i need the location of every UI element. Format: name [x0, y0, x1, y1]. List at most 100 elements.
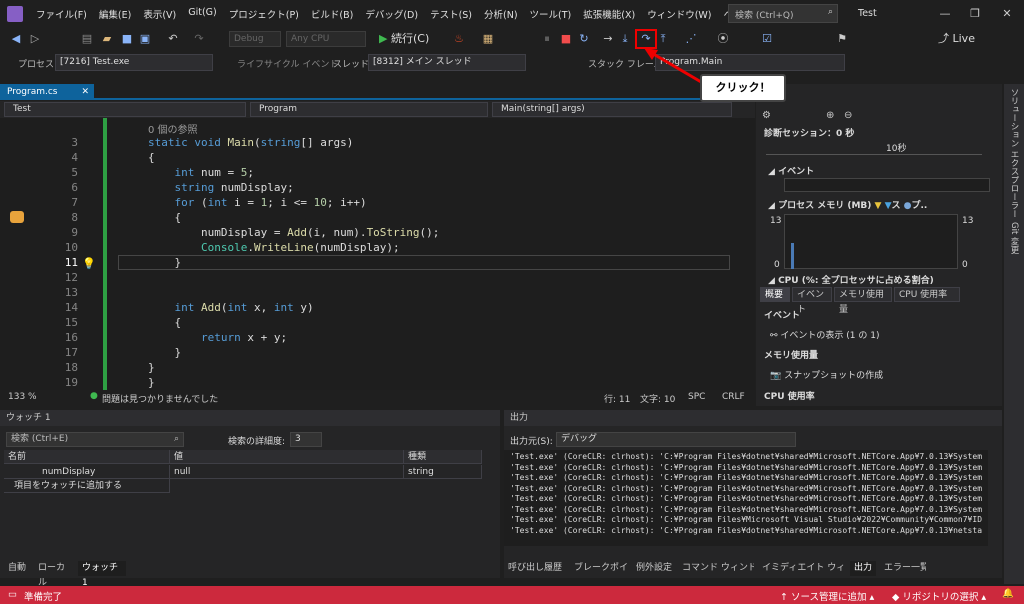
notifications-icon[interactable]: 🔔	[1002, 588, 1014, 599]
save-icon[interactable]: ■	[120, 31, 134, 47]
output-bottom-tab[interactable]: 呼び出し履歴	[504, 561, 566, 576]
output-bottom-tab[interactable]: コマンド ウィンドウ	[678, 561, 754, 576]
back-icon[interactable]: ◀	[8, 31, 24, 47]
minimize-button[interactable]: —	[930, 4, 960, 24]
diag-tab[interactable]: イベント	[792, 287, 832, 315]
restart-icon[interactable]: ↻	[578, 31, 590, 47]
watch-bottom-tab[interactable]: ローカル	[34, 561, 74, 588]
events-section[interactable]: ◢ イベント	[768, 164, 814, 177]
menu-item[interactable]: Git(G)	[182, 7, 223, 21]
code-line[interactable]: 15 {	[0, 316, 740, 331]
output-bottom-tab[interactable]: ブレークポイント	[570, 561, 628, 576]
member-dropdown[interactable]: Main(string[] args)	[492, 102, 732, 117]
comment-icon[interactable]: ☑	[760, 31, 774, 47]
line-ending-indicator[interactable]: CRLF	[722, 392, 745, 402]
code-line[interactable]: 5 int num = 5;	[0, 166, 740, 181]
take-snapshot-button[interactable]: 📷 スナップショットの作成	[770, 368, 883, 381]
select-repository[interactable]: ◆ リポジトリの選択 ▴	[892, 589, 986, 603]
breakpoint-icon[interactable]: ⦿	[716, 31, 730, 47]
new-item-icon[interactable]: ▤	[80, 31, 94, 47]
memory-section[interactable]: ◢ プロセス メモリ (MB) ▼ ▼ス ●プ..	[768, 198, 927, 211]
code-line[interactable]: 17 }	[0, 346, 740, 361]
live-share-button[interactable]: ⤴ Live Share	[938, 31, 1008, 61]
code-line[interactable]: 9 numDisplay = Add(i, num).ToString();	[0, 226, 740, 241]
show-events-link[interactable]: ⚯ イベントの表示 (1 の 1)	[770, 328, 879, 341]
watch-search-input[interactable]: 検索 (Ctrl+E) ⌕	[6, 432, 184, 447]
output-text[interactable]: 'Test.exe' (CoreCLR: clrhost): 'C:¥Progr…	[504, 450, 988, 546]
cpu-section[interactable]: ◢ CPU (%: 全プロセッサに占める割合)	[768, 273, 934, 286]
git-changes-tab[interactable]: Git 変更	[1008, 222, 1020, 254]
break-all-icon[interactable]: ⏸	[541, 31, 553, 47]
menu-item[interactable]: テスト(S)	[424, 7, 478, 21]
zoom-in-icon[interactable]: ⊕	[826, 110, 834, 121]
menu-item[interactable]: ビルド(B)	[305, 7, 359, 21]
process-dropdown[interactable]: [7216] Test.exe	[55, 54, 213, 71]
output-source-dropdown[interactable]: デバッグ	[556, 432, 796, 447]
continue-button[interactable]: ▶ 続行(C)	[379, 31, 449, 47]
watch-name[interactable]: numDisplay	[4, 465, 170, 479]
step-out-icon[interactable]: ⤒	[657, 31, 669, 47]
watch-bottom-tab[interactable]: 自動	[4, 561, 30, 576]
undo-icon[interactable]: ↶	[166, 31, 180, 47]
search-depth-dropdown[interactable]: 3	[290, 432, 322, 447]
project-dropdown[interactable]: Test	[4, 102, 246, 117]
configuration-dropdown[interactable]: Debug	[229, 31, 281, 47]
browse-icon[interactable]: ▦	[480, 31, 496, 47]
output-bottom-tab[interactable]: 例外設定	[632, 561, 674, 576]
diag-tab[interactable]: 概要	[760, 287, 790, 302]
menu-item[interactable]: ウィンドウ(W)	[641, 7, 717, 21]
close-button[interactable]: ✕	[992, 4, 1022, 24]
menu-item[interactable]: 分析(N)	[478, 7, 524, 21]
menu-item[interactable]: ファイル(F)	[30, 7, 93, 21]
watch-column-header[interactable]: 種類	[404, 450, 482, 464]
code-line[interactable]: 3 static void Main(string[] args)	[0, 136, 740, 151]
search-input[interactable]: 検索 (Ctrl+Q) ⌕	[728, 4, 838, 23]
close-tab-icon[interactable]: ✕	[81, 84, 89, 100]
output-bottom-tab[interactable]: 出力	[850, 561, 876, 576]
class-dropdown[interactable]: Program	[250, 102, 488, 117]
restore-button[interactable]: ❐	[960, 4, 990, 24]
redo-icon[interactable]: ↷	[192, 31, 206, 47]
bookmark-icon[interactable]: ⚑	[835, 31, 849, 47]
reference-count[interactable]: 0 個の参照	[148, 121, 198, 136]
thread-dropdown[interactable]: [8312] メイン スレッド	[368, 54, 526, 71]
step-into-icon[interactable]: ⤓	[619, 31, 631, 47]
output-bottom-tab[interactable]: エラー一覧	[880, 561, 926, 576]
show-next-statement-icon[interactable]: →	[601, 31, 615, 47]
events-track[interactable]	[784, 178, 990, 192]
tab-program-cs[interactable]: Program.cs ✕	[0, 84, 94, 100]
menu-item[interactable]: 拡張機能(X)	[577, 7, 641, 21]
stop-icon[interactable]: ■	[560, 31, 572, 47]
platform-dropdown[interactable]: Any CPU	[286, 31, 366, 47]
menu-item[interactable]: ツール(T)	[524, 7, 578, 21]
menu-item[interactable]: 編集(E)	[93, 7, 137, 21]
forward-icon[interactable]: ▷	[28, 31, 42, 47]
menu-item[interactable]: デバッグ(D)	[359, 7, 424, 21]
add-to-source-control[interactable]: ↑ ソース管理に追加 ▴	[780, 589, 874, 603]
timeline-ruler[interactable]	[766, 141, 982, 155]
menu-item[interactable]: プロジェクト(P)	[223, 7, 305, 21]
watch-column-header[interactable]: 名前	[4, 450, 170, 464]
code-line[interactable]: 11 }	[0, 256, 740, 271]
output-bottom-tab[interactable]: イミディエイト ウィンドウ	[758, 561, 846, 576]
code-line[interactable]: 12	[0, 271, 740, 286]
code-line[interactable]: 16 return x + y;	[0, 331, 740, 346]
code-line[interactable]: 4{	[0, 151, 740, 166]
settings-icon[interactable]: ⚙	[762, 110, 771, 121]
solution-explorer-tab[interactable]: ソリューション エクスプローラー	[1008, 88, 1020, 218]
save-all-icon[interactable]: ▣	[138, 31, 152, 47]
code-line[interactable]: 8 {	[0, 211, 740, 226]
hot-path-icon[interactable]: ⋰	[684, 31, 698, 47]
add-watch-item[interactable]: 項目をウォッチに追加する	[4, 479, 170, 493]
zoom-level[interactable]: 133 %	[8, 392, 37, 402]
diag-tab[interactable]: CPU 使用率	[894, 287, 960, 302]
code-line[interactable]: 18}	[0, 361, 740, 376]
watch-column-header[interactable]: 値	[170, 450, 404, 464]
memory-graph[interactable]	[784, 214, 958, 269]
issues-text[interactable]: 問題は見つかりませんでした	[102, 392, 218, 405]
code-editor[interactable]: 💡 0 個の参照 3 static void Main(string[] args…	[0, 118, 755, 390]
whitespace-indicator[interactable]: SPC	[688, 392, 705, 402]
watch-value[interactable]: null	[170, 465, 404, 479]
menu-item[interactable]: 表示(V)	[137, 7, 182, 21]
open-folder-icon[interactable]: ▰	[100, 31, 114, 47]
